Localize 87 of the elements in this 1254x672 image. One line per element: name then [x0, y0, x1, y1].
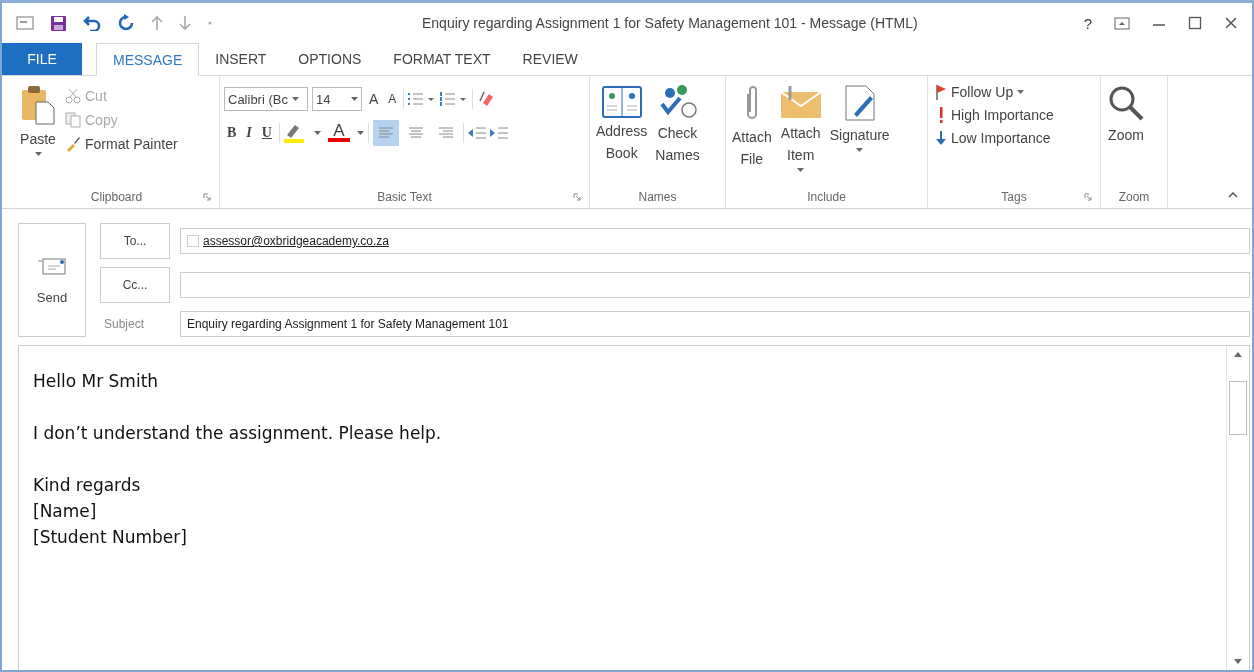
follow-up-button[interactable]: Follow Up: [932, 82, 1057, 102]
subject-label: Subject: [103, 317, 146, 331]
attach-item-button[interactable]: Attach Item: [777, 82, 824, 186]
arrow-down-icon: [935, 130, 947, 146]
maximize-icon[interactable]: [1188, 16, 1202, 30]
caret-icon: [356, 131, 364, 135]
font-name-field[interactable]: Calibri (Bc: [224, 87, 308, 111]
file-tab[interactable]: FILE: [2, 43, 82, 75]
bold-button[interactable]: B: [224, 123, 240, 143]
undo-icon[interactable]: [83, 15, 101, 31]
caret-icon: [351, 97, 358, 101]
dialog-launcher-icon[interactable]: [1084, 193, 1092, 201]
cc-button[interactable]: Cc...: [100, 267, 170, 303]
scissors-icon: [65, 88, 81, 104]
format-painter-button[interactable]: Format Painter: [62, 134, 181, 154]
copy-icon: [65, 112, 81, 128]
italic-button[interactable]: I: [243, 123, 255, 143]
group-label: Basic Text: [377, 190, 432, 204]
caret-icon: [797, 168, 805, 172]
dialog-launcher-icon[interactable]: [573, 193, 581, 201]
close-icon[interactable]: [1224, 16, 1238, 30]
group-label: Clipboard: [90, 190, 143, 204]
underline-button[interactable]: U: [258, 123, 275, 143]
arrow-up-icon[interactable]: [151, 15, 163, 31]
caret-icon: [856, 148, 864, 152]
group-label: Zoom: [1118, 190, 1150, 204]
align-icon: [438, 127, 453, 139]
checkbox-icon: [187, 235, 199, 247]
font-size-field[interactable]: 14: [312, 87, 362, 111]
ribbon-tab[interactable]: OPTIONS: [282, 43, 378, 75]
address-book-button[interactable]: Address Book: [594, 82, 650, 186]
bullets-icon[interactable]: [408, 92, 437, 106]
ribbon-tab[interactable]: INSERT: [199, 43, 283, 75]
zoom-button[interactable]: Zoom: [1105, 82, 1147, 186]
help-button[interactable]: ?: [1083, 14, 1092, 32]
check-names-button[interactable]: Check Names: [653, 82, 702, 186]
group-label: Include: [807, 190, 846, 204]
recipient-link[interactable]: assessor@oxbridgeacademy.co.za: [203, 234, 390, 248]
grow-font-button[interactable]: A: [366, 89, 382, 109]
signature-button[interactable]: Signature: [827, 82, 892, 186]
window-title: Enquiry regarding Assignment 1 for Safety Management 101 - Message (HTML): [421, 15, 919, 31]
cc-field[interactable]: [180, 272, 1250, 298]
caret-icon: [291, 97, 299, 101]
paste-button[interactable]: Paste: [18, 82, 58, 186]
decrease-indent-icon[interactable]: [467, 127, 486, 139]
dialog-launcher-icon[interactable]: [203, 193, 211, 201]
low-importance-button[interactable]: Low Importance: [932, 128, 1057, 148]
send-button[interactable]: Send: [18, 223, 86, 337]
increase-indent-icon[interactable]: [489, 127, 508, 139]
subject-field[interactable]: Enquiry regarding Assignment 1 for Safety Management 101: [180, 311, 1250, 337]
font-color-button[interactable]: A: [324, 122, 353, 144]
high-importance-button[interactable]: High Importance: [932, 104, 1057, 126]
envelope-icon: [779, 84, 822, 120]
ribbon-tab[interactable]: MESSAGE: [96, 43, 200, 76]
group-label: Tags: [1001, 190, 1027, 204]
to-field[interactable]: assessor@oxbridgeacademy.co.za: [180, 228, 1250, 254]
align-icon: [378, 127, 393, 139]
flag-icon: [935, 84, 947, 100]
caret-icon: [1017, 90, 1025, 94]
clipboard-icon: [20, 84, 56, 126]
to-button[interactable]: To...: [100, 223, 170, 259]
align-left-button[interactable]: [372, 120, 399, 146]
arrow-down-icon[interactable]: [179, 15, 191, 31]
save-icon[interactable]: [50, 14, 67, 32]
shrink-font-button[interactable]: A: [385, 90, 400, 108]
clear-formatting-icon[interactable]: [477, 90, 496, 108]
window-icon[interactable]: [16, 16, 34, 30]
scroll-thumb[interactable]: [1229, 381, 1247, 435]
redo-icon[interactable]: [117, 14, 135, 32]
numbering-icon[interactable]: [440, 92, 469, 106]
caret-icon: [313, 131, 321, 135]
ribbon-tab[interactable]: REVIEW: [506, 43, 594, 75]
ribbon-display-icon[interactable]: [1114, 16, 1130, 30]
color-bar-icon: [327, 138, 350, 142]
scroll-up-icon[interactable]: [1234, 352, 1242, 357]
magnifier-icon: [1107, 84, 1145, 122]
address-book-icon: [601, 84, 642, 118]
customize-icon[interactable]: [207, 20, 213, 26]
align-icon: [408, 127, 423, 139]
collapse-ribbon-icon[interactable]: [1228, 192, 1238, 198]
group-label: Names: [638, 190, 677, 204]
caret-icon: [34, 152, 42, 156]
scroll-down-icon[interactable]: [1234, 659, 1242, 664]
brush-icon: [65, 136, 81, 152]
attach-file-button[interactable]: Attach File: [730, 82, 774, 186]
ribbon-tab[interactable]: FORMAT TEXT: [377, 43, 507, 75]
envelope-icon: [37, 255, 67, 276]
